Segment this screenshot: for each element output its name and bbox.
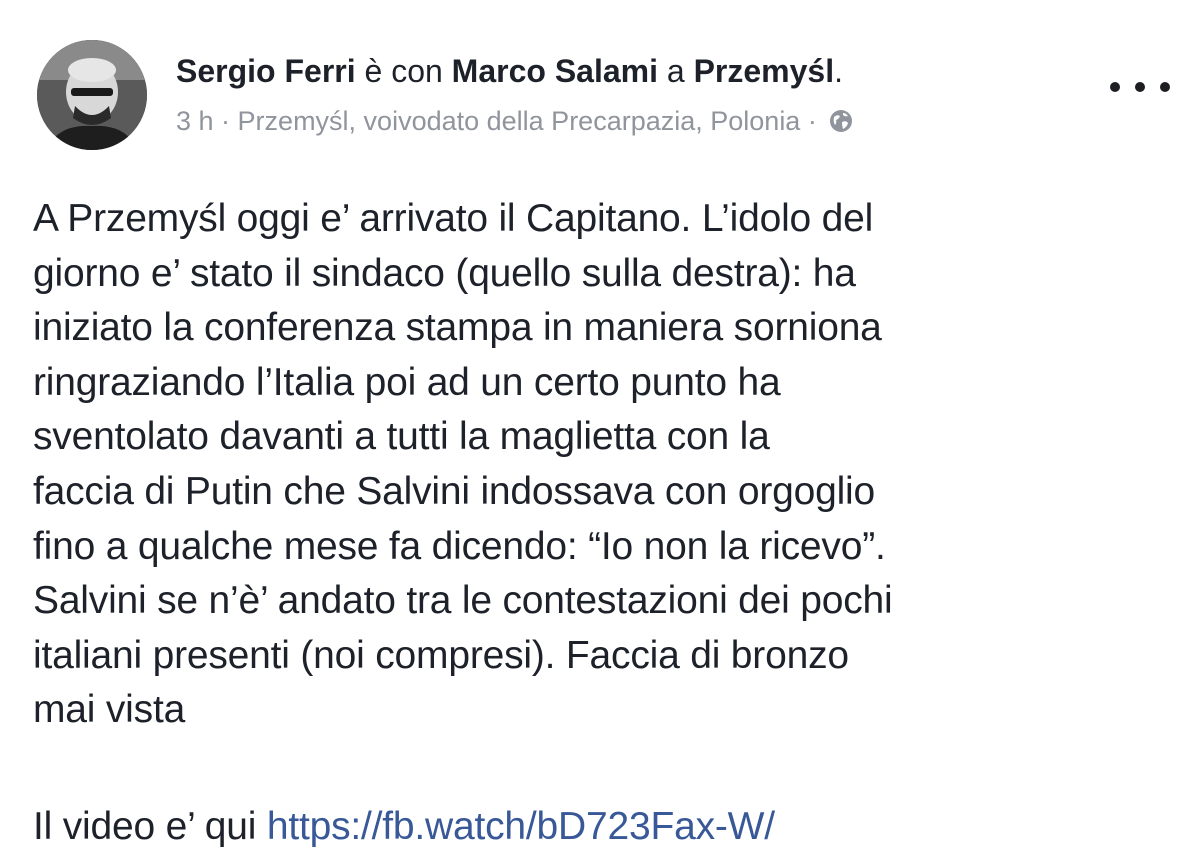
more-options-button[interactable] [1110, 72, 1170, 102]
location-text[interactable]: Przemyśl, voivodato della Precarpazia, P… [238, 106, 801, 136]
globe-icon[interactable] [828, 108, 854, 134]
post-header: Sergio Ferri è con Marco Salami a Przemy… [176, 51, 843, 91]
more-dot-icon [1135, 82, 1145, 92]
avatar-photo [37, 40, 147, 150]
post-meta: 3 h · Przemyśl, voivodato della Precarpa… [176, 104, 854, 138]
meta-separator-2: · [800, 106, 825, 136]
post-text-line: giorno e’ stato il sindaco (quello sulla… [33, 251, 856, 295]
post-text: A Przemyśl oggi e’ arrivato il Capitano.… [33, 192, 1193, 738]
facebook-post: Sergio Ferri è con Marco Salami a Przemy… [0, 0, 1200, 864]
video-prefix: Il video e’ qui [33, 805, 267, 848]
at-label: a [657, 53, 694, 89]
post-text-line: A Przemyśl oggi e’ arrivato il Capitano.… [33, 197, 874, 240]
more-dot-icon [1110, 82, 1120, 92]
avatar[interactable] [37, 40, 147, 150]
author-name[interactable]: Sergio Ferri [176, 53, 356, 89]
post-text-line: italiani presenti (noi compresi). Faccia… [33, 633, 849, 677]
location-tag[interactable]: Przemyśl [694, 53, 835, 89]
tagged-person[interactable]: Marco Salami [452, 53, 658, 89]
timestamp[interactable]: 3 h [176, 106, 214, 136]
post-text-line: faccia di Putin che Salvini indossava co… [33, 469, 876, 513]
video-link[interactable]: https://fb.watch/bD723Fax-W/ [267, 805, 775, 848]
post-text-line: fino a qualche mese fa dicendo: “Io non … [33, 524, 886, 568]
meta-separator: · [213, 106, 238, 136]
more-dot-icon [1160, 82, 1170, 92]
post-text-line: Salvini se n’è’ andato tra le contestazi… [33, 579, 893, 623]
video-line: Il video e’ qui https://fb.watch/bD723Fa… [33, 800, 775, 854]
with-label: è con [355, 53, 452, 89]
post-text-line: ringraziando l’Italia poi ad un certo pu… [33, 360, 781, 404]
post-text-line: mai vista [33, 688, 186, 732]
header-period: . [834, 53, 843, 89]
post-text-line: sventolato davanti a tutti la maglietta … [33, 415, 770, 459]
post-text-line: iniziato la conferenza stampa in maniera… [33, 306, 882, 350]
